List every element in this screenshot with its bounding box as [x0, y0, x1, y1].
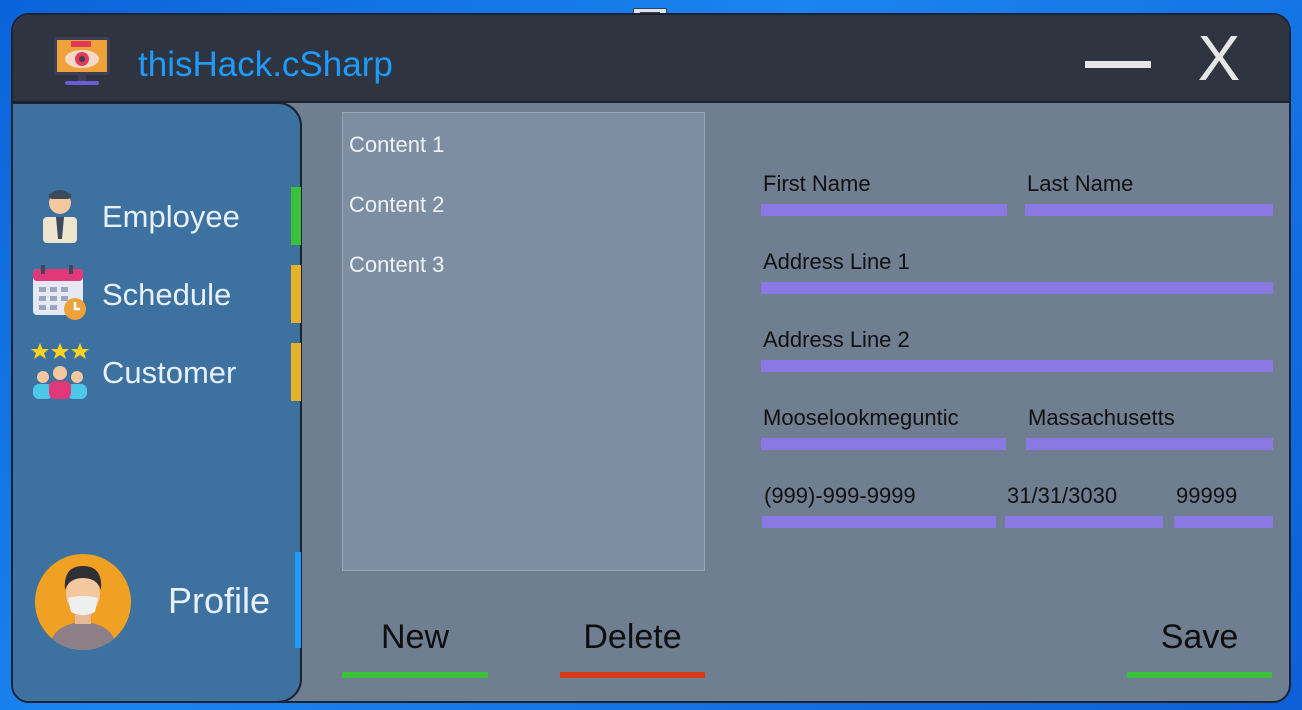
save-underline [1127, 672, 1272, 678]
list-item[interactable]: Content 1 [349, 132, 444, 158]
list-item[interactable]: Content 3 [349, 252, 444, 278]
address-line-1-underline [761, 282, 1273, 294]
address-line-1-label: Address Line 1 [763, 249, 910, 274]
city-field[interactable]: Mooselookmeguntic [761, 405, 1006, 451]
date-field[interactable]: 31/31/3030 [1005, 483, 1163, 529]
zip-value: 99999 [1176, 483, 1238, 508]
new-button-label: New [380, 618, 450, 656]
content-list[interactable]: Content 1 Content 2 Content 3 [342, 112, 705, 571]
first-name-field[interactable]: First Name [761, 171, 1007, 217]
profile-button[interactable]: Profile [13, 552, 302, 652]
city-value: Mooselookmeguntic [763, 405, 959, 430]
address-line-2-underline [761, 360, 1273, 372]
phone-underline [762, 516, 996, 528]
active-indicator [291, 187, 301, 245]
sidebar-item-label: Schedule [102, 277, 232, 312]
date-underline [1005, 516, 1163, 528]
employee-icon [29, 187, 91, 245]
first-name-label: First Name [763, 171, 871, 196]
save-button-label: Save [1160, 618, 1239, 656]
state-value: Massachusetts [1028, 405, 1175, 430]
sidebar-item-customer[interactable]: Customer [13, 343, 302, 401]
calendar-icon [29, 265, 91, 323]
state-field[interactable]: Massachusetts [1026, 405, 1273, 451]
sidebar-item-label: Customer [102, 355, 237, 390]
city-underline [761, 438, 1006, 450]
app-title: thisHack.cSharp [138, 45, 393, 84]
close-button[interactable]: X [1193, 25, 1245, 91]
minimize-button[interactable] [1081, 45, 1155, 85]
delete-button-label: Delete [583, 618, 682, 656]
new-button[interactable]: New [342, 618, 488, 680]
save-button[interactable]: Save [1127, 618, 1272, 680]
app-logo-icon [51, 35, 113, 89]
address-line-2-field[interactable]: Address Line 2 [761, 327, 1273, 373]
sidebar-item-schedule[interactable]: Schedule [13, 265, 302, 323]
address-line-2-label: Address Line 2 [763, 327, 910, 352]
avatar-icon [35, 554, 131, 650]
indicator [291, 265, 301, 323]
phone-value: (999)-999-9999 [764, 483, 916, 508]
app-window: thisHack.cSharp X Employee Schedule Cust… [11, 13, 1291, 703]
indicator [291, 343, 301, 401]
last-name-underline [1025, 204, 1273, 216]
sidebar-item-employee[interactable]: Employee [13, 187, 302, 245]
customers-icon [29, 343, 91, 401]
zip-underline [1174, 516, 1273, 528]
date-value: 31/31/3030 [1007, 483, 1118, 508]
delete-underline [560, 672, 705, 678]
sidebar: Employee Schedule Customer Profile [13, 102, 302, 701]
profile-indicator [295, 552, 301, 648]
list-item[interactable]: Content 2 [349, 192, 444, 218]
profile-label: Profile [168, 580, 271, 621]
phone-field[interactable]: (999)-999-9999 [762, 483, 996, 529]
delete-button[interactable]: Delete [560, 618, 705, 680]
zip-field[interactable]: 99999 [1174, 483, 1273, 529]
new-underline [342, 672, 488, 678]
title-bar[interactable]: thisHack.cSharp X [13, 15, 1289, 103]
address-line-1-field[interactable]: Address Line 1 [761, 249, 1273, 295]
sidebar-item-label: Employee [102, 199, 240, 234]
first-name-underline [761, 204, 1007, 216]
last-name-label: Last Name [1027, 171, 1134, 196]
state-underline [1026, 438, 1273, 450]
last-name-field[interactable]: Last Name [1025, 171, 1273, 217]
